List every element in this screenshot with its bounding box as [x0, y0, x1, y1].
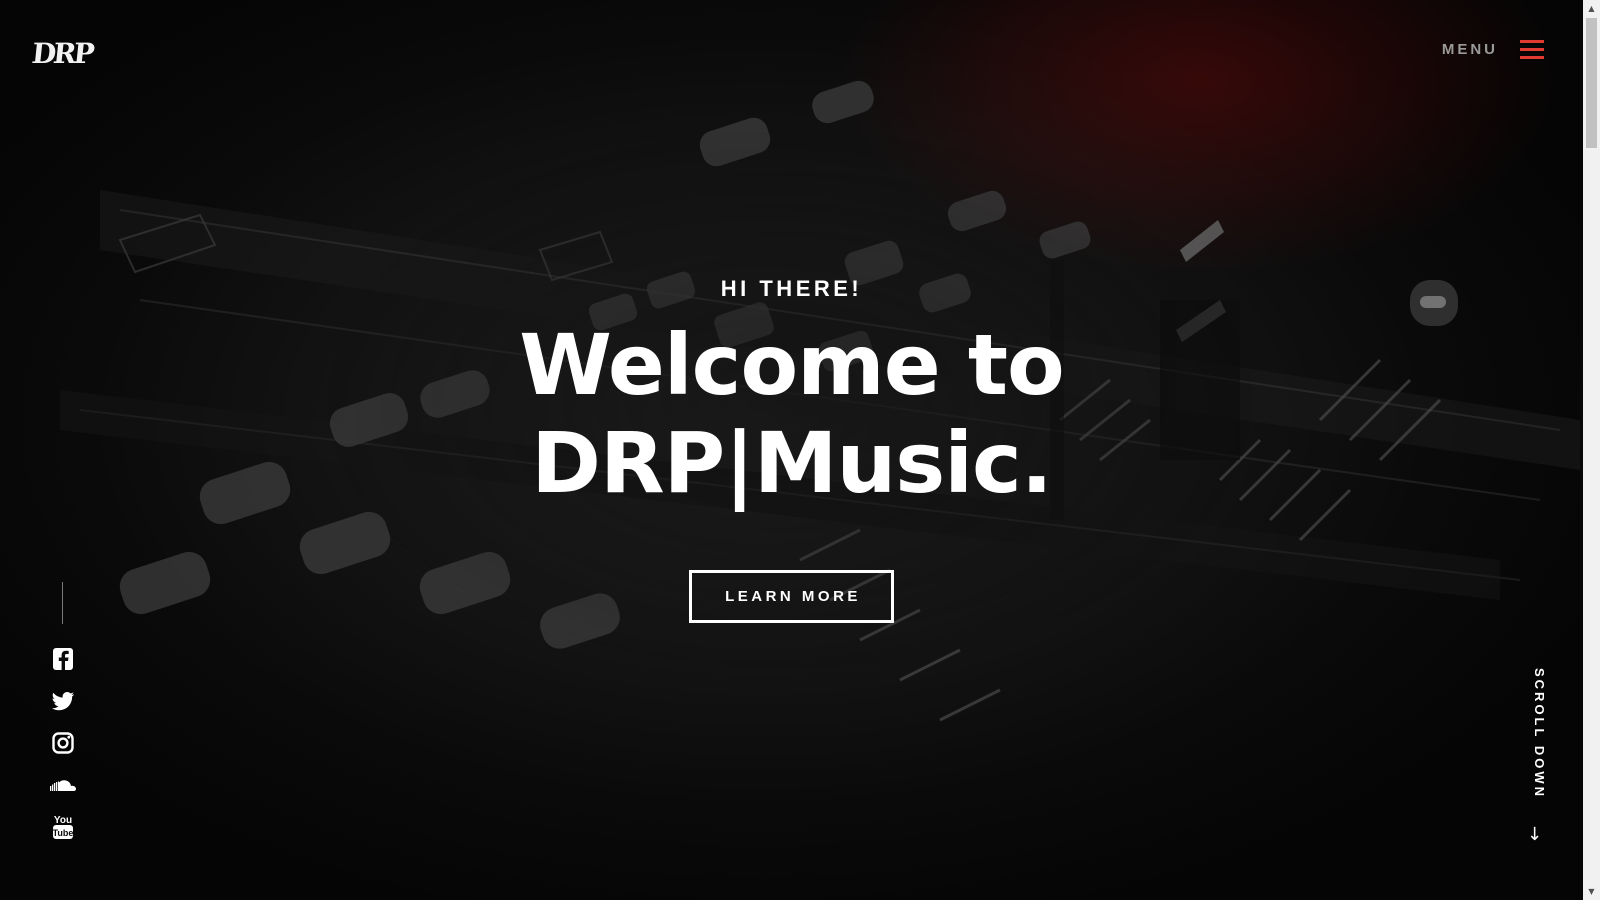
youtube-tube-text: Tube	[53, 828, 74, 838]
facebook-icon[interactable]	[48, 644, 78, 674]
hero-content: HI THERE! Welcome to DRP|Music. LEARN MO…	[0, 276, 1583, 623]
social-divider	[62, 582, 63, 624]
scroll-up-arrow-icon[interactable]: ▲	[1583, 0, 1600, 17]
scroll-down-link[interactable]: SCROLL DOWN ↓	[1517, 668, 1547, 848]
scroll-down-arrow-icon[interactable]: ▼	[1583, 883, 1600, 900]
page-scrollbar[interactable]: ▲ ▼	[1583, 0, 1600, 900]
instagram-icon[interactable]	[48, 728, 78, 758]
youtube-icon[interactable]: You Tube	[48, 812, 78, 842]
hero-headline: Welcome to DRP|Music.	[0, 316, 1583, 512]
social-links: You Tube	[48, 644, 78, 854]
arrow-down-icon[interactable]: ↓	[1527, 824, 1542, 845]
scrollbar-thumb[interactable]	[1586, 18, 1597, 148]
logo[interactable]: DRP	[30, 37, 93, 70]
hamburger-icon[interactable]	[1520, 38, 1544, 60]
scroll-down-label[interactable]: SCROLL DOWN	[1532, 668, 1547, 799]
soundcloud-icon[interactable]	[48, 770, 78, 800]
menu-toggle[interactable]: MENU	[1442, 38, 1544, 60]
twitter-icon[interactable]	[48, 686, 78, 716]
menu-label[interactable]: MENU	[1442, 41, 1498, 58]
headline-line-2: DRP|Music.	[531, 414, 1053, 512]
youtube-you-text: You	[54, 815, 72, 826]
hero-eyebrow: HI THERE!	[720, 276, 863, 301]
learn-more-button[interactable]: LEARN MORE	[689, 570, 894, 623]
headline-line-1: Welcome to	[519, 316, 1065, 414]
